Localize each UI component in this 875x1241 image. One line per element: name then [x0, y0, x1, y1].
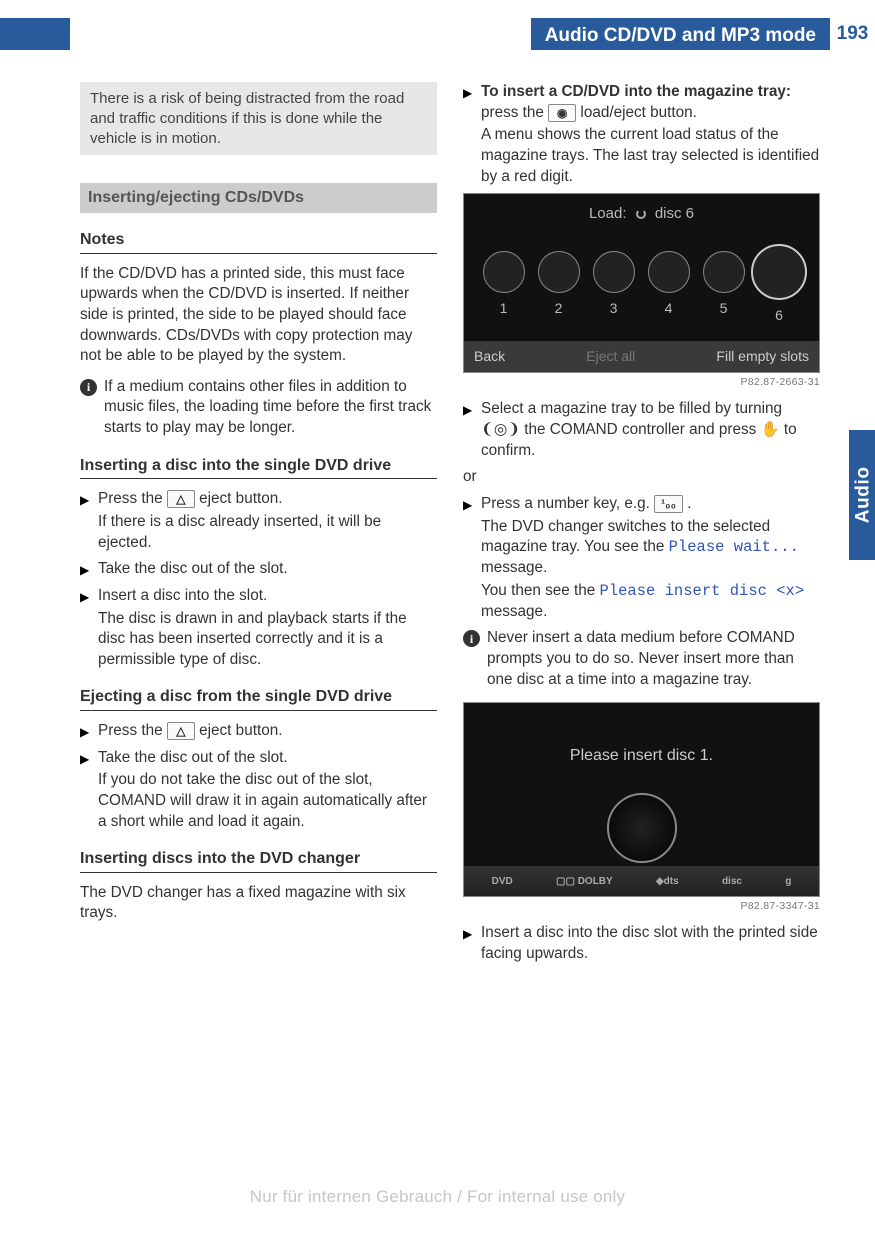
- softkey-fill-empty: Fill empty slots: [716, 347, 809, 366]
- logo-dolby: ▢▢ DOLBY: [556, 875, 613, 889]
- paragraph-changer-intro: The DVD changer has a fixed magazine wit…: [80, 883, 437, 924]
- logo-dts: ◆dts: [656, 875, 679, 889]
- figure-code-2: P82.87-3347-31: [463, 899, 820, 913]
- warning-note-box: There is a risk of being distracted from…: [80, 82, 437, 155]
- figure-logo-bar: DVD ▢▢ DOLBY ◆dts disc g: [464, 866, 819, 896]
- or-separator: or: [463, 467, 820, 488]
- section-side-tab: Audio: [849, 430, 875, 560]
- step-press-eject: ▶ Press the △ eject button. If there is …: [80, 489, 437, 553]
- loading-spinner-icon: [636, 209, 646, 219]
- magazine-slot-3: [593, 251, 635, 293]
- info-icon: i: [80, 379, 97, 396]
- controller-rotate-icon: ❨◎❩: [481, 421, 520, 438]
- figure-code-1: P82.87-2663-31: [463, 375, 820, 389]
- step-take-out-2: ▶ Take the disc out of the slot. If you …: [80, 748, 437, 833]
- step-press-number: ▶ Press a number key, e.g. ¹₀₀ . The DVD…: [463, 494, 820, 622]
- info-icon: i: [463, 630, 480, 647]
- page-header: Audio CD/DVD and MP3 mode 193: [0, 18, 875, 50]
- logo-dvd: DVD: [492, 875, 513, 889]
- eject-button-key: △: [167, 490, 195, 508]
- heading-notes: Notes: [80, 229, 437, 254]
- step-bullet-icon: ▶: [80, 559, 92, 580]
- figure-disc-icon: [607, 793, 677, 863]
- heading-insert-single: Inserting a disc into the single DVD dri…: [80, 455, 437, 480]
- message-please-insert: Please insert disc <x>: [600, 582, 805, 600]
- controller-press-icon: ✋: [761, 421, 780, 438]
- footer-watermark: Nur für internen Gebrauch / For internal…: [0, 1186, 875, 1209]
- section-side-tab-label: Audio: [850, 467, 875, 524]
- step-take-disc-out: ▶ Take the disc out of the slot.: [80, 559, 437, 580]
- magazine-slot-4: [648, 251, 690, 293]
- figure-insert-text: Please insert disc 1.: [464, 745, 819, 767]
- figure-insert-disc: Please insert disc 1. DVD ▢▢ DOLBY ◆dts …: [463, 702, 820, 897]
- info-note-text: If a medium contains other files in addi…: [104, 377, 437, 439]
- info-note-never-insert: i Never insert a data medium before COMA…: [463, 628, 820, 690]
- step-insert-magazine: ▶ To insert a CD/DVD into the magazine t…: [463, 82, 820, 187]
- logo-gracenote: g: [785, 875, 791, 889]
- paragraph-notes: If the CD/DVD has a printed side, this m…: [80, 264, 437, 367]
- step-bullet-icon: ▶: [80, 721, 92, 742]
- info-note-text: Never insert a data medium before COMAND…: [487, 628, 820, 690]
- step-bullet-icon: ▶: [80, 748, 92, 833]
- step-bullet-icon: ▶: [463, 923, 475, 964]
- load-eject-button-key: ◉: [548, 104, 576, 122]
- step-bullet-icon: ▶: [80, 489, 92, 553]
- heading-eject-single: Ejecting a disc from the single DVD driv…: [80, 686, 437, 711]
- figure-load-menu: Load: disc 6 1 2 3 4 5 6 Back Eject all …: [463, 193, 820, 373]
- number-key-1: ¹₀₀: [654, 495, 683, 513]
- logo-cd: disc: [722, 875, 742, 889]
- magazine-slot-6-selected: [751, 244, 807, 300]
- step-insert-disc: ▶ Insert a disc into the slot. The disc …: [80, 586, 437, 671]
- softkey-eject-all: Eject all: [586, 347, 635, 366]
- figure-softkey-bar: Back Eject all Fill empty slots: [464, 341, 819, 372]
- info-note-load-time: i If a medium contains other files in ad…: [80, 377, 437, 439]
- figure-load-title: Load: disc 6: [464, 194, 819, 224]
- magazine-slot-1: [483, 251, 525, 293]
- page-number: 193: [830, 16, 875, 52]
- step-bullet-icon: ▶: [463, 494, 475, 622]
- step-insert-final: ▶ Insert a disc into the disc slot with …: [463, 923, 820, 964]
- message-please-wait: Please wait...: [669, 538, 799, 556]
- magazine-slot-5: [703, 251, 745, 293]
- chapter-title: Audio CD/DVD and MP3 mode: [531, 18, 830, 50]
- eject-button-key: △: [167, 722, 195, 740]
- step-press-eject-2: ▶ Press the △ eject button.: [80, 721, 437, 742]
- figure-slot-row: 1 2 3 4 5 6: [464, 244, 819, 325]
- step-bullet-icon: ▶: [463, 399, 475, 461]
- page-body-columns: There is a risk of being distracted from…: [80, 82, 820, 1146]
- step-select-tray: ▶ Select a magazine tray to be filled by…: [463, 399, 820, 461]
- step-bullet-icon: ▶: [463, 82, 475, 187]
- step-bullet-icon: ▶: [80, 586, 92, 671]
- heading-insert-eject: Inserting/ejecting CDs/DVDs: [80, 183, 437, 213]
- softkey-back: Back: [474, 347, 505, 366]
- magazine-slot-2: [538, 251, 580, 293]
- heading-insert-changer: Inserting discs into the DVD changer: [80, 848, 437, 873]
